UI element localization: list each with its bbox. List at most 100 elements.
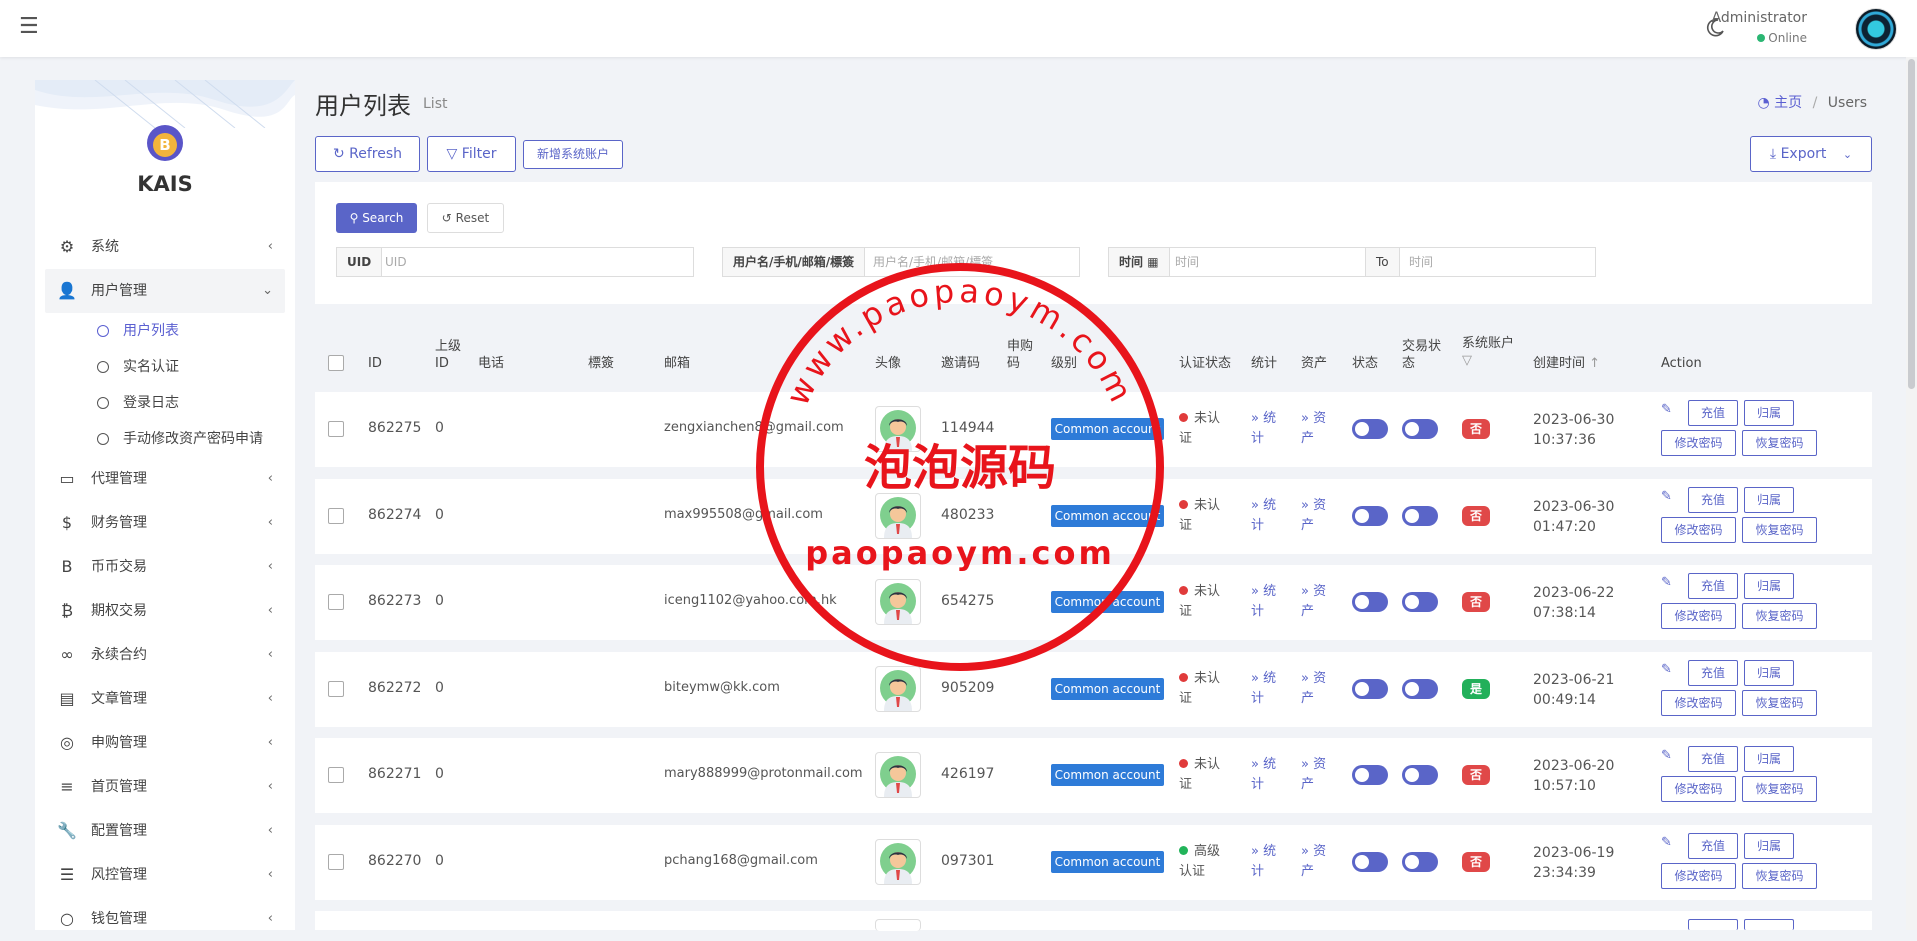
time-start-input[interactable]: 时间 <box>1175 248 1199 276</box>
th-tag[interactable]: 標簽 <box>588 355 614 372</box>
stats-link[interactable]: » 统计 <box>1251 755 1276 795</box>
th-assets[interactable]: 资产 <box>1301 355 1327 372</box>
name-input[interactable]: 用户名/手机/邮箱/標簽 <box>873 248 993 276</box>
th-status[interactable]: 状态 <box>1352 355 1378 372</box>
assets-link[interactable]: » 资产 <box>1301 582 1326 622</box>
status-toggle[interactable] <box>1352 592 1388 612</box>
assets-link[interactable]: » 资产 <box>1301 842 1326 882</box>
change-password-button[interactable]: 修改密码 <box>1661 776 1736 802</box>
sidebar-subitem-2[interactable]: 登录日志 <box>45 385 285 421</box>
reset-password-button[interactable]: 恢复密码 <box>1742 603 1817 629</box>
th-apply-code[interactable]: 申购码 <box>1007 338 1033 372</box>
row-checkbox[interactable] <box>328 507 344 524</box>
sort-arrow-up-icon[interactable]: ↑ <box>1589 356 1600 371</box>
edit-icon[interactable]: ✎ <box>1661 662 1672 677</box>
th-email[interactable]: 邮箱 <box>664 355 690 372</box>
sidebar-item-3[interactable]: $ 财务管理 ‹ <box>45 501 285 545</box>
row-checkbox[interactable] <box>328 767 344 783</box>
add-system-account-button[interactable]: 新增系统账户 <box>523 140 623 169</box>
sidebar-item-10[interactable]: 🔧 配置管理 ‹ <box>45 809 285 853</box>
trade-status-toggle[interactable] <box>1402 678 1438 699</box>
th-phone[interactable]: 电话 <box>478 355 504 372</box>
avatar[interactable] <box>875 665 921 712</box>
change-password-button[interactable]: 修改密码 <box>1661 430 1736 456</box>
th-created-time[interactable]: 创建时间 ↑ <box>1533 355 1600 372</box>
uid-input[interactable]: UID <box>385 248 407 276</box>
avatar[interactable] <box>875 579 921 625</box>
change-password-button[interactable]: 修改密码 <box>1661 516 1736 543</box>
th-level[interactable]: 级别 <box>1051 355 1077 372</box>
recharge-button[interactable]: 充值 <box>1688 486 1738 513</box>
edit-icon[interactable]: ✎ <box>1661 402 1672 417</box>
user-avatar[interactable] <box>1855 8 1897 50</box>
row-checkbox[interactable] <box>328 594 344 610</box>
th-invite-code[interactable]: 邀请码 <box>941 355 980 372</box>
filter-icon[interactable]: ▽ <box>1462 353 1472 368</box>
avatar[interactable] <box>875 838 921 885</box>
reset-password-button[interactable]: 恢复密码 <box>1742 776 1817 802</box>
belong-button[interactable] <box>1744 919 1794 930</box>
belong-button[interactable]: 归属 <box>1744 659 1794 686</box>
refresh-button[interactable]: ↻ Refresh <box>315 136 420 172</box>
sidebar-item-0[interactable]: ⚙ 系统 ‹ <box>45 225 285 269</box>
assets-link[interactable]: » 资产 <box>1301 669 1326 709</box>
reset-button[interactable]: ↺ Reset <box>427 203 504 233</box>
th-avatar[interactable]: 头像 <box>875 355 901 372</box>
th-stats[interactable]: 统计 <box>1251 355 1277 372</box>
edit-icon[interactable]: ✎ <box>1661 835 1672 850</box>
trade-status-toggle[interactable] <box>1402 765 1438 785</box>
trade-status-toggle[interactable] <box>1402 851 1438 872</box>
sidebar-item-9[interactable]: ≡ 首页管理 ‹ <box>45 765 285 809</box>
belong-button[interactable]: 归属 <box>1744 400 1794 426</box>
sidebar-item-7[interactable]: ▤ 文章管理 ‹ <box>45 677 285 721</box>
sidebar-item-5[interactable]: ₿ 期权交易 ‹ <box>45 589 285 633</box>
assets-link[interactable]: » 资产 <box>1301 755 1326 795</box>
recharge-button[interactable]: 充值 <box>1688 400 1738 426</box>
change-password-button[interactable]: 修改密码 <box>1661 862 1736 889</box>
sidebar-subitem-3[interactable]: 手动修改资产密码申请 <box>45 421 285 457</box>
stats-link[interactable]: » 统计 <box>1251 669 1276 709</box>
belong-button[interactable]: 归属 <box>1744 746 1794 772</box>
belong-button[interactable]: 归属 <box>1744 832 1794 859</box>
th-verify-status[interactable]: 认证状态 <box>1179 355 1231 372</box>
page-scrollbar[interactable] <box>1906 57 1917 930</box>
recharge-button[interactable]: 充值 <box>1688 746 1738 772</box>
stats-link[interactable]: » 统计 <box>1251 842 1276 882</box>
edit-icon[interactable]: ✎ <box>1661 575 1672 590</box>
change-password-button[interactable]: 修改密码 <box>1661 689 1736 716</box>
sidebar-item-8[interactable]: ◎ 申购管理 ‹ <box>45 721 285 765</box>
reset-password-button[interactable]: 恢复密码 <box>1742 689 1817 716</box>
sidebar-subitem-1[interactable]: 实名认证 <box>45 349 285 385</box>
search-button[interactable]: ⚲ Search <box>336 203 417 233</box>
avatar[interactable] <box>875 752 921 798</box>
sidebar-item-11[interactable]: ☰ 风控管理 ‹ <box>45 853 285 897</box>
row-checkbox[interactable] <box>328 853 344 870</box>
assets-link[interactable]: » 资产 <box>1301 496 1326 536</box>
stats-link[interactable]: » 统计 <box>1251 496 1276 536</box>
chevron-down-icon[interactable]: ⌄ <box>1843 148 1852 161</box>
row-checkbox[interactable] <box>328 680 344 697</box>
th-parent-id[interactable]: 上级 ID <box>435 338 461 372</box>
avatar[interactable] <box>875 406 921 452</box>
assets-link[interactable]: » 资产 <box>1301 409 1326 449</box>
filter-button[interactable]: ▽ Filter <box>427 136 516 172</box>
trade-status-toggle[interactable] <box>1402 505 1438 526</box>
th-id[interactable]: ID <box>368 355 382 372</box>
uid-field[interactable]: UID UID <box>336 247 694 277</box>
breadcrumb-home[interactable]: 主页 <box>1774 95 1802 111</box>
stats-link[interactable]: » 统计 <box>1251 409 1276 449</box>
status-toggle[interactable] <box>1352 505 1388 526</box>
user-name[interactable]: Administrator <box>1712 10 1807 26</box>
sidebar-subitem-0[interactable]: 用户列表 <box>45 313 285 349</box>
name-field[interactable]: 用户名/手机/邮箱/標簽 用户名/手机/邮箱/標簽 <box>722 247 1080 277</box>
status-toggle[interactable] <box>1352 419 1388 439</box>
reset-password-button[interactable]: 恢复密码 <box>1742 430 1817 456</box>
trade-status-toggle[interactable] <box>1402 419 1438 439</box>
edit-icon[interactable]: ✎ <box>1661 489 1672 504</box>
export-button[interactable]: ⤓ Export ⌄ <box>1750 136 1872 172</box>
sidebar-item-4[interactable]: B 币币交易 ‹ <box>45 545 285 589</box>
belong-button[interactable]: 归属 <box>1744 486 1794 513</box>
sidebar-item-12[interactable]: ○ 钱包管理 ‹ <box>45 897 285 941</box>
recharge-button[interactable]: 充值 <box>1688 832 1738 859</box>
reset-password-button[interactable]: 恢复密码 <box>1742 862 1817 889</box>
